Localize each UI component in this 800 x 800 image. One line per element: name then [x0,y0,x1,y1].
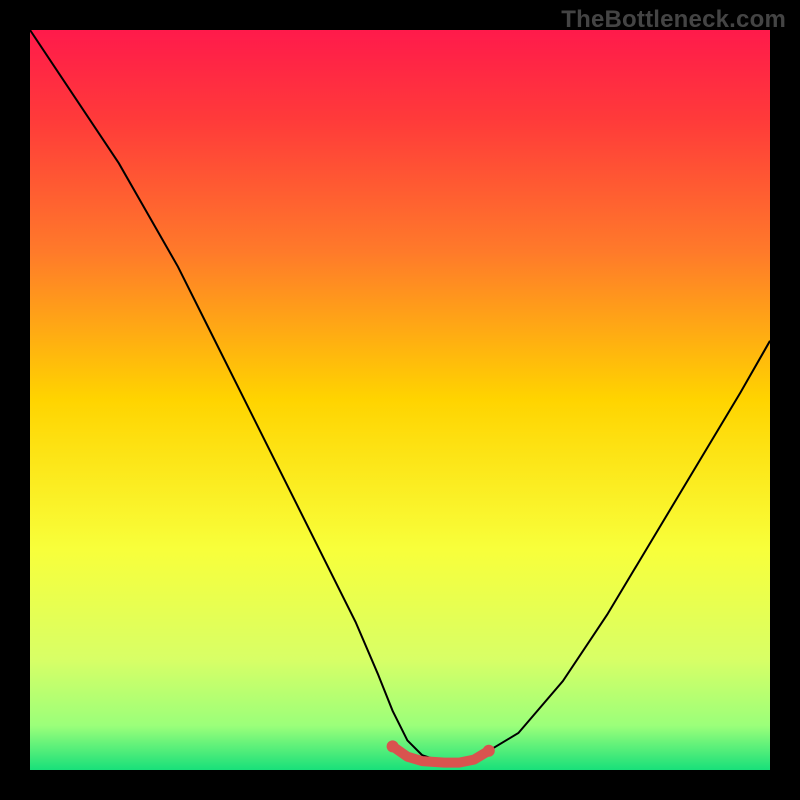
chart-frame: TheBottleneck.com [0,0,800,800]
plot-area [30,30,770,770]
chart-svg [30,30,770,770]
range-endpoint-dot [483,745,495,757]
watermark-text: TheBottleneck.com [561,6,786,34]
gradient-background [30,30,770,770]
range-endpoint-dot [387,740,399,752]
